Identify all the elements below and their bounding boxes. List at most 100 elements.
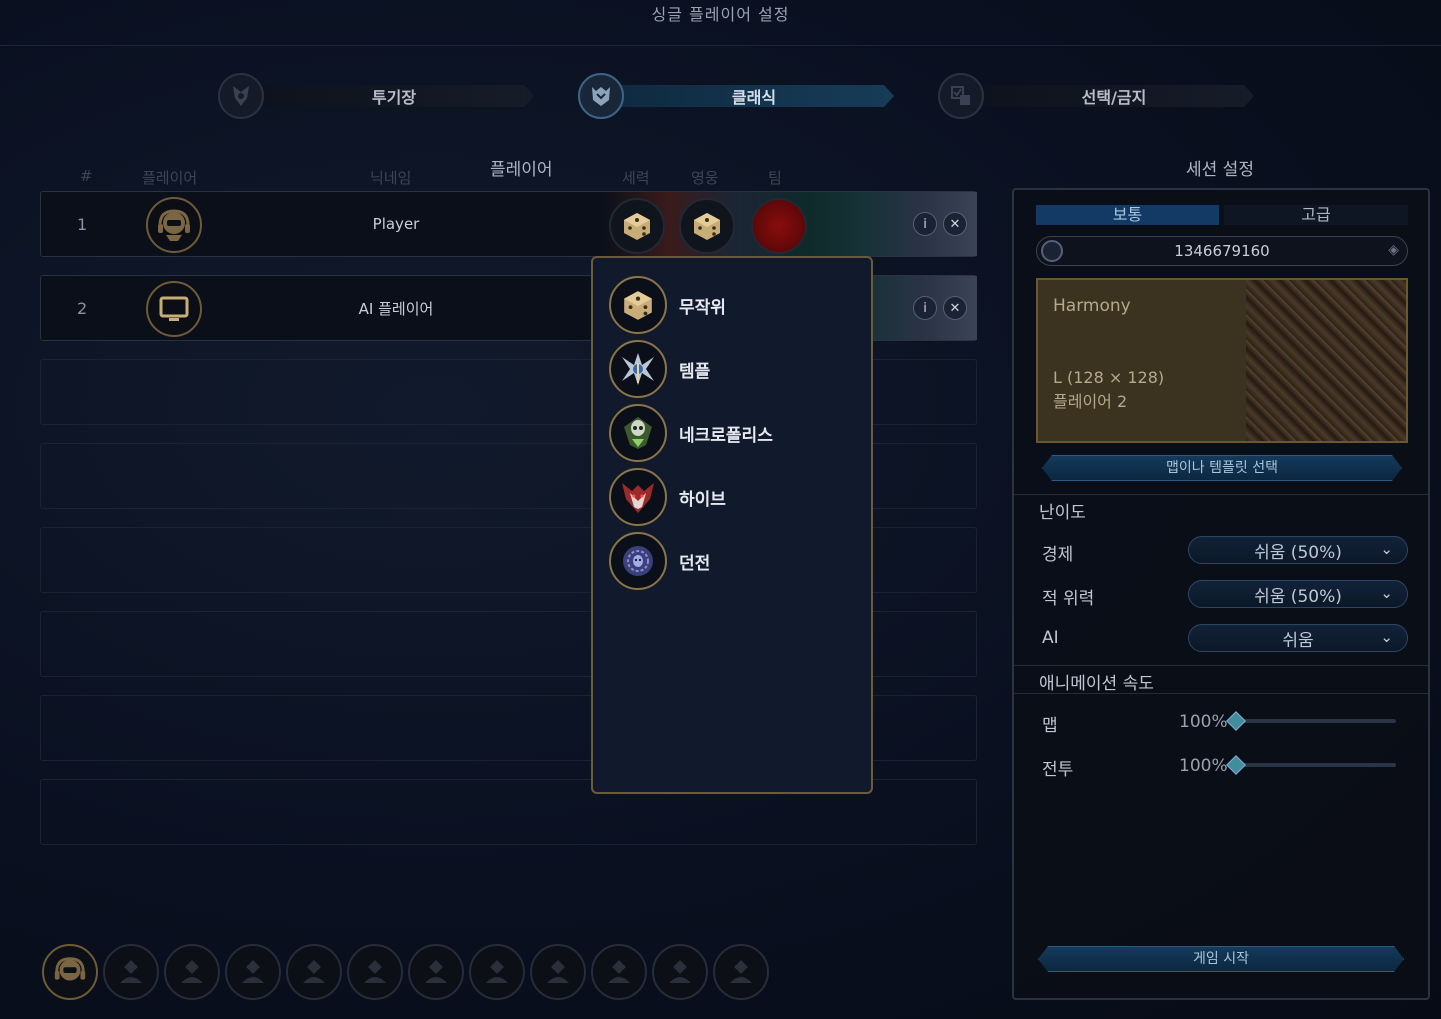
necropolis-crest-icon [609, 404, 667, 462]
tab-pick-ban-label: 선택/금지 [974, 85, 1254, 107]
faction-option-label: 네크로폴리스 [679, 425, 773, 446]
classic-icon [578, 73, 624, 119]
human-player-icon [54, 957, 86, 981]
faction-option-hive[interactable]: 하이브 [609, 468, 726, 526]
info-icon[interactable]: i [913, 212, 937, 236]
map-players: 플레이어 2 [1053, 392, 1128, 411]
header-nickname: 닉네임 [370, 169, 412, 187]
difficulty-title: 난이도 [1039, 503, 1086, 523]
close-icon[interactable]: ✕ [943, 296, 967, 320]
tab-advanced[interactable]: 고급 [1224, 205, 1408, 225]
player-slot-empty[interactable] [713, 944, 769, 1000]
faction-option-random[interactable]: 무작위 [609, 276, 726, 334]
map-preview-image [1246, 280, 1406, 441]
eye-icon[interactable]: ◈ [1388, 242, 1399, 258]
map-speed-label: 맵 [1042, 716, 1058, 736]
faction-dropdown: 무작위 템플 네크로폴리스 하이브 던전 [591, 256, 873, 794]
player-slot-empty[interactable] [286, 944, 342, 1000]
map-name: Harmony [1053, 296, 1131, 316]
player-slot-empty[interactable] [164, 944, 220, 1000]
player-slot-empty[interactable] [103, 944, 159, 1000]
chevron-down-icon: ⌄ [1380, 584, 1393, 602]
faction-option-temple[interactable]: 템플 [609, 340, 710, 398]
dungeon-crest-icon [609, 532, 667, 590]
battle-speed-label: 전투 [1042, 760, 1074, 780]
row-number: 1 [77, 214, 88, 234]
empty-player-icon [730, 960, 752, 983]
close-icon[interactable]: ✕ [943, 212, 967, 236]
map-card[interactable]: Harmony L (128 × 128) 플레이어 2 [1036, 278, 1408, 443]
tab-classic-label: 클래식 [614, 85, 894, 107]
info-icon[interactable]: i [913, 296, 937, 320]
window-title: 싱글 플레이어 설정 [0, 0, 1441, 46]
hero-select-button[interactable] [679, 198, 735, 254]
empty-player-icon [547, 960, 569, 983]
header-number: # [80, 167, 93, 185]
empty-player-icon [486, 960, 508, 983]
session-settings-title: 세션 설정 [1186, 160, 1254, 180]
faction-option-necropolis[interactable]: 네크로폴리스 [609, 404, 773, 462]
header-team: 팀 [768, 169, 782, 187]
player-slot-empty[interactable] [652, 944, 708, 1000]
tab-basic[interactable]: 보통 [1036, 205, 1219, 225]
ai-label: AI [1042, 628, 1059, 648]
enemy-power-value: 쉬움 (50%) [1254, 586, 1342, 607]
header-player: 플레이어 [142, 169, 198, 187]
player-slot-empty[interactable] [225, 944, 281, 1000]
economy-select[interactable]: 쉬움 (50%) ⌄ [1188, 536, 1408, 564]
enemy-power-label: 적 위력 [1042, 589, 1095, 609]
empty-player-icon [425, 960, 447, 983]
divider [1014, 494, 1428, 495]
chevron-down-icon: ⌄ [1380, 540, 1393, 558]
empty-player-icon [181, 960, 203, 983]
start-game-button[interactable]: 게임 시작 [1038, 946, 1404, 972]
pick-ban-icon [938, 73, 984, 119]
faction-option-label: 하이브 [679, 489, 726, 510]
divider [1014, 693, 1428, 694]
faction-option-dungeon[interactable]: 던전 [609, 532, 710, 590]
table-row: 1 Player i ✕ [40, 191, 977, 257]
empty-player-icon [608, 960, 630, 983]
player-avatar[interactable] [146, 197, 202, 253]
refresh-seed-icon[interactable] [1041, 240, 1063, 262]
human-player-icon [158, 209, 190, 241]
team-select-button[interactable] [751, 198, 807, 254]
empty-player-icon [364, 960, 386, 983]
player-nickname[interactable]: AI 플레이어 [266, 276, 526, 340]
player-nickname[interactable]: Player [266, 192, 526, 256]
economy-value: 쉬움 (50%) [1254, 542, 1342, 563]
battle-speed-slider[interactable] [1236, 763, 1396, 767]
header-hero: 영웅 [691, 169, 719, 187]
temple-crest-icon [609, 340, 667, 398]
tab-classic[interactable]: 클래식 [578, 73, 894, 119]
seed-value: 1346679160 [1174, 242, 1270, 260]
tab-arena[interactable]: 투기장 [218, 73, 534, 119]
tab-arena-label: 투기장 [254, 85, 534, 107]
seed-field[interactable]: 1346679160 ◈ [1036, 236, 1408, 266]
player-slot-empty[interactable] [347, 944, 403, 1000]
player-slot-empty[interactable] [408, 944, 464, 1000]
empty-player-icon [303, 960, 325, 983]
dice-icon [694, 213, 720, 240]
empty-player-icon [669, 960, 691, 983]
battle-speed-value: 100% [1179, 756, 1228, 776]
faction-option-label: 던전 [679, 553, 711, 574]
ai-select[interactable]: 쉬움 ⌄ [1188, 624, 1408, 652]
tab-pick-ban[interactable]: 선택/금지 [938, 73, 1254, 119]
player-slot-empty[interactable] [469, 944, 525, 1000]
row-number: 2 [77, 298, 88, 318]
faction-select-button[interactable] [609, 198, 665, 254]
empty-player-icon [242, 960, 264, 983]
ai-value: 쉬움 [1282, 630, 1314, 651]
arena-icon [218, 73, 264, 119]
select-map-button[interactable]: 맵이나 템플릿 선택 [1042, 455, 1402, 481]
player-slot-empty[interactable] [530, 944, 586, 1000]
map-speed-slider[interactable] [1236, 719, 1396, 723]
map-size: L (128 × 128) [1053, 368, 1165, 387]
ai-player-avatar[interactable] [146, 281, 202, 337]
players-section-title: 플레이어 [490, 160, 553, 180]
enemy-power-select[interactable]: 쉬움 (50%) ⌄ [1188, 580, 1408, 608]
player-slot-empty[interactable] [591, 944, 647, 1000]
player-slot-human[interactable] [42, 944, 98, 1000]
faction-option-label: 무작위 [679, 297, 726, 318]
